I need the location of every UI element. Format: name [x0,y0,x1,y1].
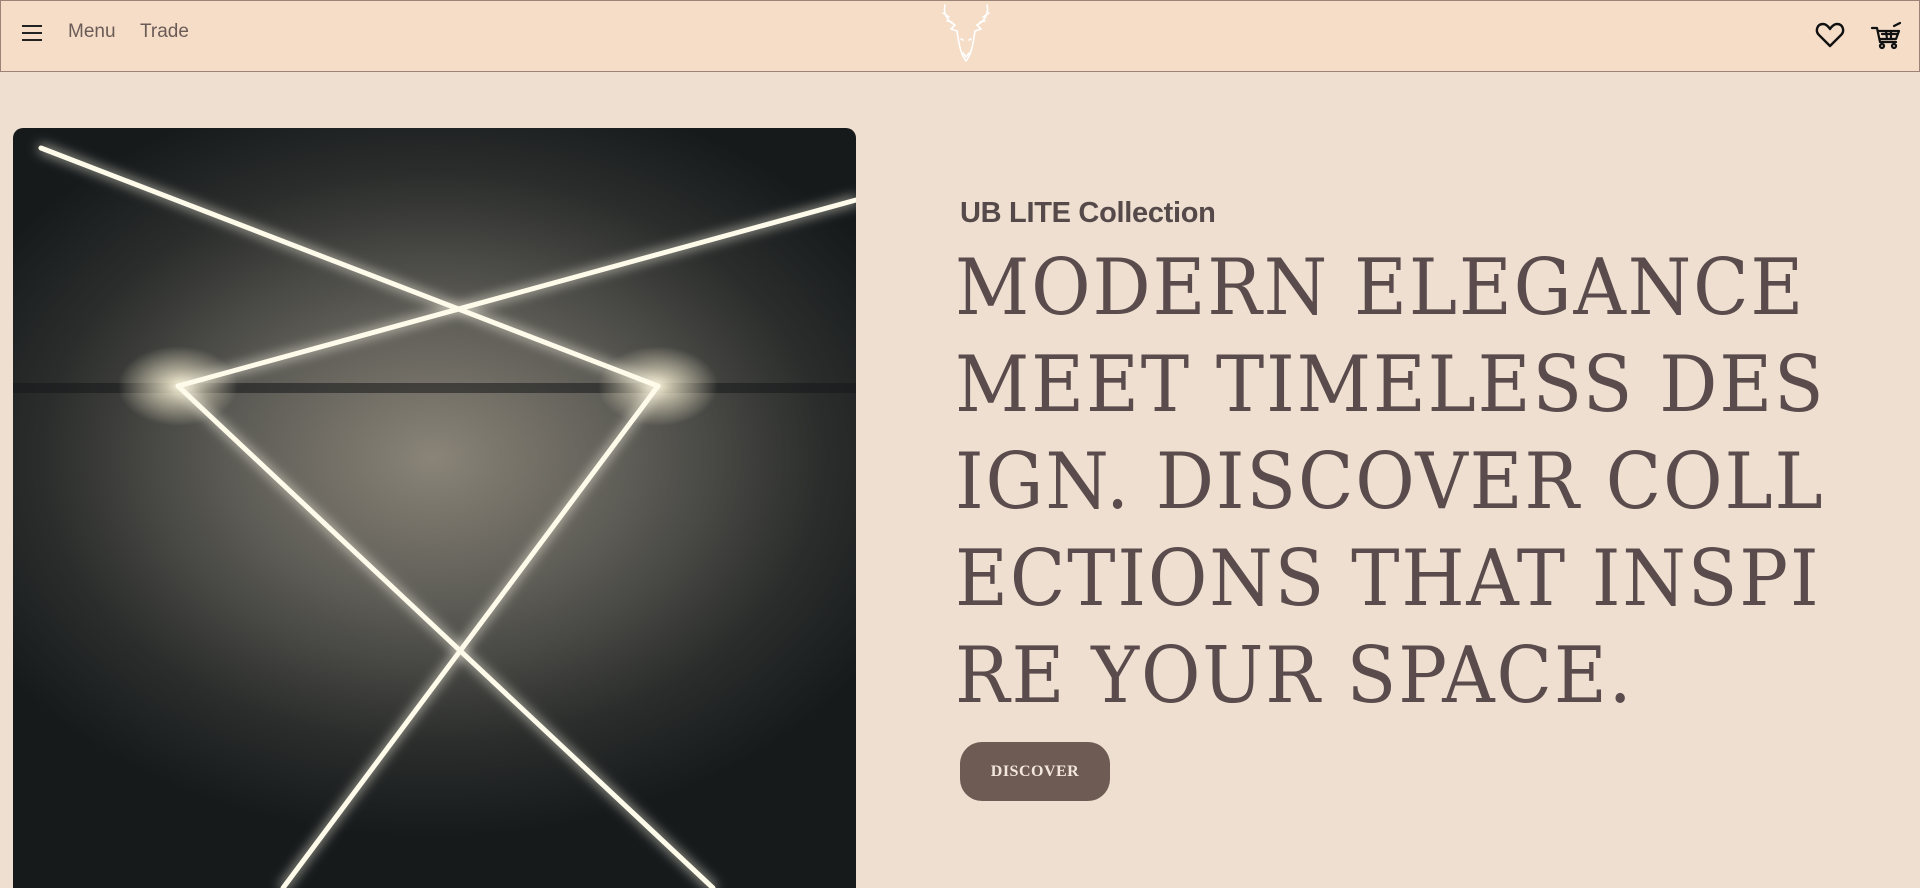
nav-trade-link[interactable]: Trade [140,21,189,43]
site-header: Menu Trade [0,0,1920,72]
hamburger-icon[interactable] [22,23,42,43]
hero-headline: Modern elegance meet timeless design. Di… [955,243,1826,721]
nav-menu-link[interactable]: Menu [68,21,116,43]
heart-icon[interactable] [1815,20,1845,50]
hero-image [13,128,856,888]
deer-head-logo[interactable] [933,3,999,67]
hamburger-line [22,25,42,27]
discover-button[interactable]: DISCOVER [960,742,1110,801]
light-lines-illustration [13,145,856,888]
hamburger-line [22,39,42,41]
hamburger-line [22,32,42,34]
collection-subtitle: UB LITE Collection [960,197,1216,229]
cart-icon[interactable] [1870,19,1902,51]
